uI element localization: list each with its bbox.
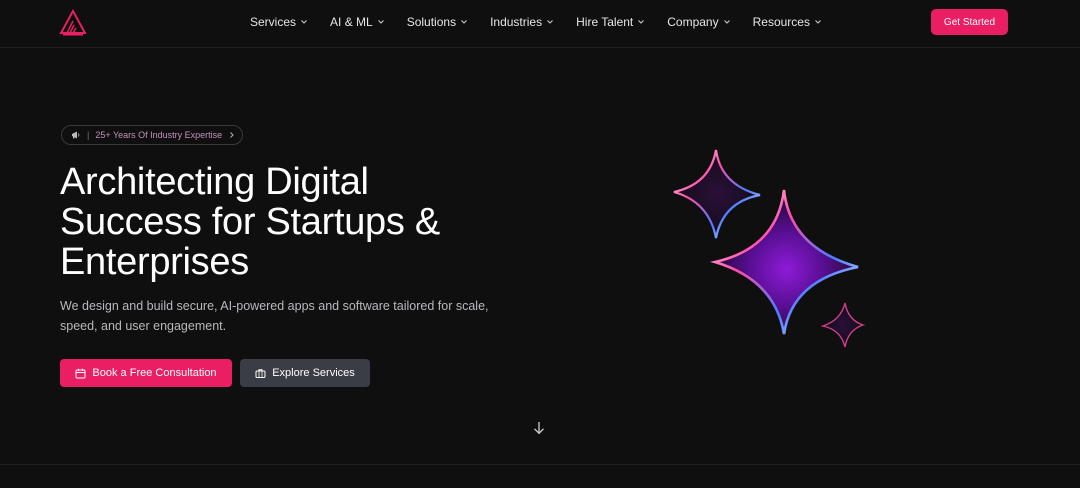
main-nav: Services AI & ML Solutions Industries Hi… — [250, 0, 844, 44]
book-consultation-label: Book a Free Consultation — [92, 367, 217, 379]
chevron-down-icon — [638, 20, 645, 24]
nav-item-label: Hire Talent — [576, 15, 634, 29]
hero-subtitle: We design and build secure, AI-powered a… — [60, 299, 489, 333]
chevron-down-icon — [377, 20, 384, 24]
book-consultation-button[interactable]: Book a Free Consultation — [60, 359, 232, 387]
hero-title-line: Enterprises — [60, 241, 249, 283]
briefcase-icon — [255, 368, 266, 378]
hero-title-line: Success for Startups & — [60, 201, 440, 243]
navbar: Services AI & ML Solutions Industries Hi… — [0, 0, 1080, 48]
chevron-down-icon — [461, 20, 467, 24]
nav-item-company[interactable]: Company — [667, 15, 730, 29]
nav-item-label: Services — [250, 15, 297, 29]
get-started-button[interactable]: Get Started — [931, 9, 1008, 35]
badge-separator: | — [87, 130, 90, 140]
nav-item-label: Solutions — [406, 15, 457, 29]
explore-services-button[interactable]: Explore Services — [240, 359, 370, 387]
chevron-down-icon — [301, 20, 307, 24]
chevron-down-icon — [723, 20, 730, 24]
hero-title: Architecting Digital Success for Startup… — [60, 162, 520, 282]
nav-item-label: Resources — [752, 15, 810, 29]
chevron-down-icon — [547, 20, 553, 24]
sparkle-stars-icon — [673, 149, 866, 348]
nav-item-label: AI & ML — [330, 15, 373, 29]
nav-item-ai-ml[interactable]: AI & ML — [330, 15, 385, 29]
nav-item-industries[interactable]: Industries — [490, 15, 554, 29]
nav-item-solutions[interactable]: Solutions — [407, 15, 468, 29]
experience-badge[interactable]: | 25+ Years Of Industry Expertise — [61, 125, 243, 145]
explore-services-label: Explore Services — [272, 367, 355, 379]
megaphone-icon — [72, 131, 80, 139]
badge-text: 25+ Years Of Industry Expertise — [95, 130, 223, 140]
logo-icon[interactable] — [59, 9, 87, 37]
section-divider — [0, 464, 1080, 465]
chevron-down-icon — [815, 20, 821, 24]
nav-item-services[interactable]: Services — [250, 15, 308, 29]
hero-title-line: Architecting Digital — [60, 161, 369, 203]
calendar-icon — [75, 368, 86, 378]
chevron-right-icon — [230, 132, 234, 138]
arrow-down-icon[interactable] — [532, 420, 546, 436]
nav-item-label: Company — [667, 15, 719, 29]
nav-item-resources[interactable]: Resources — [753, 15, 822, 29]
nav-item-label: Industries — [490, 15, 543, 29]
nav-item-hire-talent[interactable]: Hire Talent — [576, 15, 645, 29]
